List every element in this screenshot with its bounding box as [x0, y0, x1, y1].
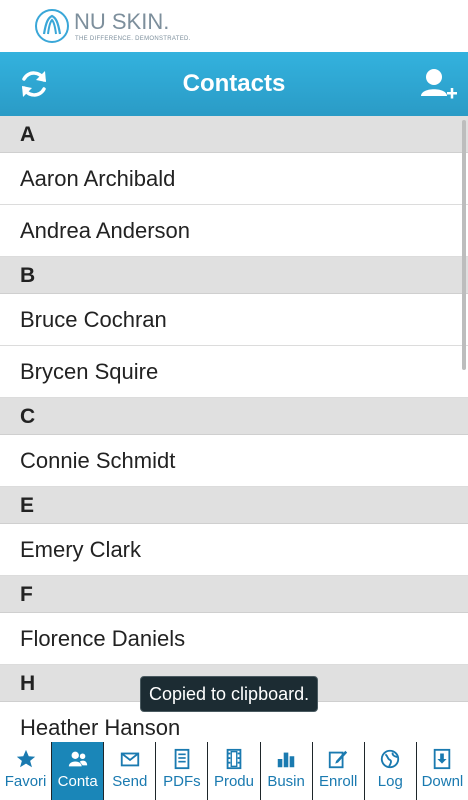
brand-tagline: THE DIFFERENCE. DEMONSTRATED.: [75, 36, 191, 42]
tab-label: Conta: [57, 773, 98, 790]
tab-label: Favori: [4, 773, 47, 790]
contact-row[interactable]: Florence Daniels: [0, 613, 468, 665]
app-header: Contacts: [0, 52, 468, 116]
tab-pdfs[interactable]: PDFs: [156, 742, 209, 800]
bar-chart-icon: [261, 748, 312, 772]
tab-label: Send: [112, 773, 148, 790]
brand-bar: NU SKIN. THE DIFFERENCE. DEMONSTRATED.: [0, 0, 468, 52]
contact-row[interactable]: Brycen Squire: [0, 346, 468, 398]
tab-bar: Favori Conta Send PDFs Produ Busin Enroll Log Do…: [0, 742, 468, 800]
tab-label: Log: [377, 773, 403, 790]
film-icon: [208, 748, 259, 772]
contact-row[interactable]: Aaron Archibald: [0, 153, 468, 205]
download-icon: [417, 748, 468, 772]
contact-list[interactable]: A Aaron Archibald Andrea Anderson B Bruce Co…: [0, 116, 468, 742]
tab-conta[interactable]: Conta: [52, 742, 105, 800]
tab-favori[interactable]: Favori: [0, 742, 53, 800]
tab-send[interactable]: Send: [104, 742, 157, 800]
brand-name: NU SKIN.: [74, 9, 170, 34]
scrollbar[interactable]: [462, 120, 466, 370]
section-header: E: [0, 487, 468, 524]
refresh-icon[interactable]: [16, 66, 52, 102]
section-header: B: [0, 257, 468, 294]
edit-icon: [313, 748, 364, 772]
tab-busin[interactable]: Busin: [260, 742, 313, 800]
tab-enroll[interactable]: Enroll: [312, 742, 365, 800]
contact-row[interactable]: Andrea Anderson: [0, 205, 468, 257]
tab-label: Produ: [213, 773, 254, 790]
page-title: Contacts: [182, 70, 286, 97]
tab-label: PDFs: [163, 773, 201, 790]
globe-icon: [365, 748, 416, 772]
contacts-icon: [52, 748, 103, 772]
section-header: C: [0, 398, 468, 435]
star-icon: [0, 748, 51, 772]
tab-log[interactable]: Log: [364, 742, 417, 800]
tab-label: Busin: [267, 773, 305, 790]
section-header: A: [0, 116, 468, 153]
add-contact-icon[interactable]: [418, 66, 458, 106]
contact-row[interactable]: Bruce Cochran: [0, 294, 468, 346]
tab-label: Downl: [421, 773, 464, 790]
envelope-icon: [104, 748, 155, 772]
toast-message: Copied to clipboard.: [140, 676, 319, 712]
nu-skin-logo-icon: [35, 9, 69, 43]
contact-row[interactable]: Connie Schmidt: [0, 435, 468, 487]
document-icon: [156, 748, 207, 772]
tab-downl[interactable]: Downl: [416, 742, 468, 800]
tab-produ[interactable]: Produ: [208, 742, 261, 800]
tab-label: Enroll: [319, 773, 358, 790]
section-header: F: [0, 576, 468, 613]
contact-row[interactable]: Emery Clark: [0, 524, 468, 576]
